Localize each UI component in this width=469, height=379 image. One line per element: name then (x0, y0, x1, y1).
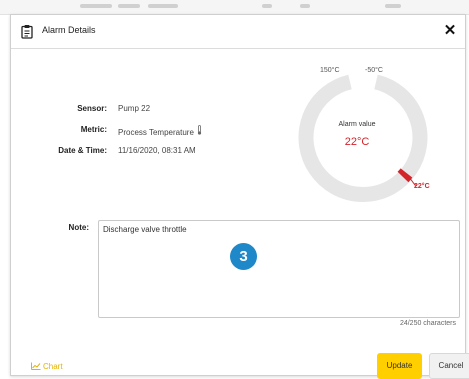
chart-link-label: Chart (43, 362, 63, 371)
background-text-fragment (148, 4, 178, 8)
background-text-fragment (118, 4, 140, 8)
dialog-header: Alarm Details ✕ (11, 15, 465, 49)
background-text-fragment (385, 4, 401, 8)
datetime-value: 11/16/2020, 08:31 AM (118, 146, 196, 155)
line-chart-icon (31, 362, 41, 370)
clipboard-icon (21, 24, 33, 39)
step-number-badge: 3 (230, 243, 257, 270)
background-text-fragment (80, 4, 112, 8)
metric-label: Metric: (80, 125, 107, 134)
metric-value-row: Process Temperature (118, 125, 202, 137)
thermometer-icon (197, 125, 202, 137)
chart-link[interactable]: Chart (31, 362, 63, 371)
gauge-marker-label: 22°C (414, 183, 430, 190)
dialog-title: Alarm Details (42, 25, 96, 35)
note-label: Note: (68, 223, 89, 232)
background-text-fragment (300, 4, 310, 8)
gauge-value-tick (397, 168, 413, 183)
gauge-value: 22°C (344, 136, 370, 148)
gauge-title: Alarm value (338, 121, 376, 128)
sensor-label: Sensor: (77, 104, 107, 113)
cancel-button[interactable]: Cancel (429, 353, 469, 379)
update-button[interactable]: Update (377, 353, 422, 379)
datetime-label: Date & Time: (58, 146, 107, 155)
note-text: Discharge valve throttle (103, 225, 187, 234)
alarm-details-dialog: Alarm Details ✕ Sensor: Pump 22 Metric: … (10, 14, 469, 379)
background-page-strip (0, 0, 469, 15)
character-counter: 24/250 characters (399, 320, 456, 327)
metric-value: Process Temperature (118, 128, 194, 137)
sensor-value: Pump 22 (118, 104, 151, 113)
background-text-fragment (262, 4, 272, 8)
close-button[interactable]: ✕ (441, 21, 459, 41)
note-textarea[interactable]: Discharge valve throttle (98, 220, 460, 318)
